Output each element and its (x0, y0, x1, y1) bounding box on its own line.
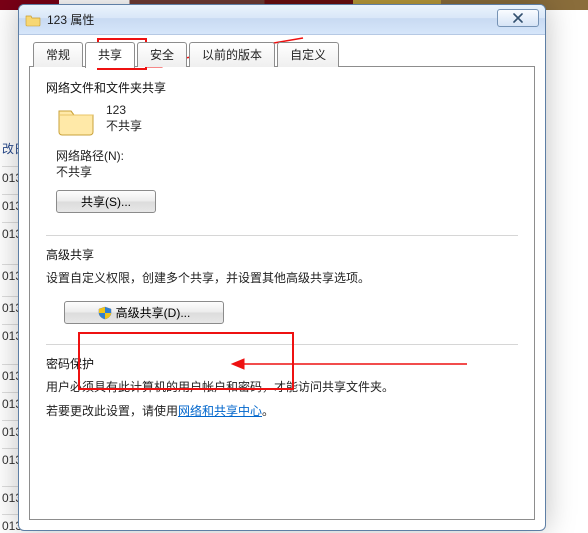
password-desc-1: 用户必须具有此计算机的用户帐户和密码，才能访问共享文件夹。 (46, 378, 518, 396)
divider (46, 344, 518, 345)
password-desc-2b: 。 (262, 404, 274, 418)
password-protect-section: 密码保护 用户必须具有此计算机的用户帐户和密码，才能访问共享文件夹。 若要更改此… (46, 355, 518, 420)
window-title: 123 属性 (47, 11, 94, 28)
tabstrip: 常规 共享 安全 以前的版本 自定义 (29, 43, 535, 67)
password-desc-2: 若要更改此设置，请使用网络和共享中心。 (46, 402, 518, 420)
share-button[interactable]: 共享(S)... (56, 190, 156, 213)
advanced-share-button-label: 高级共享(D)... (116, 304, 191, 321)
tab-previous-versions[interactable]: 以前的版本 (189, 42, 275, 67)
close-button[interactable] (497, 9, 539, 27)
properties-window: 123 属性 常规 共享 安全 以前的版本 自定义 网络文件和文件夹共享 (18, 4, 546, 531)
folder-share-status: 不共享 (106, 118, 142, 134)
network-path-value: 不共享 (56, 164, 518, 180)
sharing-tabpanel: 网络文件和文件夹共享 123 不共享 (29, 67, 535, 520)
close-icon (513, 13, 523, 23)
advanced-share-desc: 设置自定义权限，创建多个共享，并设置其他高级共享选项。 (46, 269, 518, 287)
advanced-share-section: 高级共享 设置自定义权限，创建多个共享，并设置其他高级共享选项。 (46, 246, 518, 324)
network-path-label: 网络路径(N): (56, 148, 518, 164)
section-title-network-share: 网络文件和文件夹共享 (46, 79, 518, 96)
tab-sharing[interactable]: 共享 (85, 42, 135, 68)
section-title-advanced: 高级共享 (46, 246, 518, 263)
tab-security[interactable]: 安全 (137, 42, 187, 67)
network-sharing-center-link[interactable]: 网络和共享中心 (178, 404, 262, 418)
tab-general[interactable]: 常规 (33, 42, 83, 67)
uac-shield-icon (98, 306, 112, 320)
network-share-section: 网络文件和文件夹共享 123 不共享 (46, 79, 518, 217)
divider (46, 235, 518, 236)
password-desc-2a: 若要更改此设置，请使用 (46, 404, 178, 418)
titlebar[interactable]: 123 属性 (19, 5, 545, 35)
tab-customize[interactable]: 自定义 (277, 42, 339, 67)
folder-large-icon (56, 102, 96, 138)
advanced-share-button[interactable]: 高级共享(D)... (64, 301, 224, 324)
folder-name: 123 (106, 102, 142, 118)
folder-icon (25, 12, 41, 28)
section-title-password: 密码保护 (46, 355, 518, 372)
